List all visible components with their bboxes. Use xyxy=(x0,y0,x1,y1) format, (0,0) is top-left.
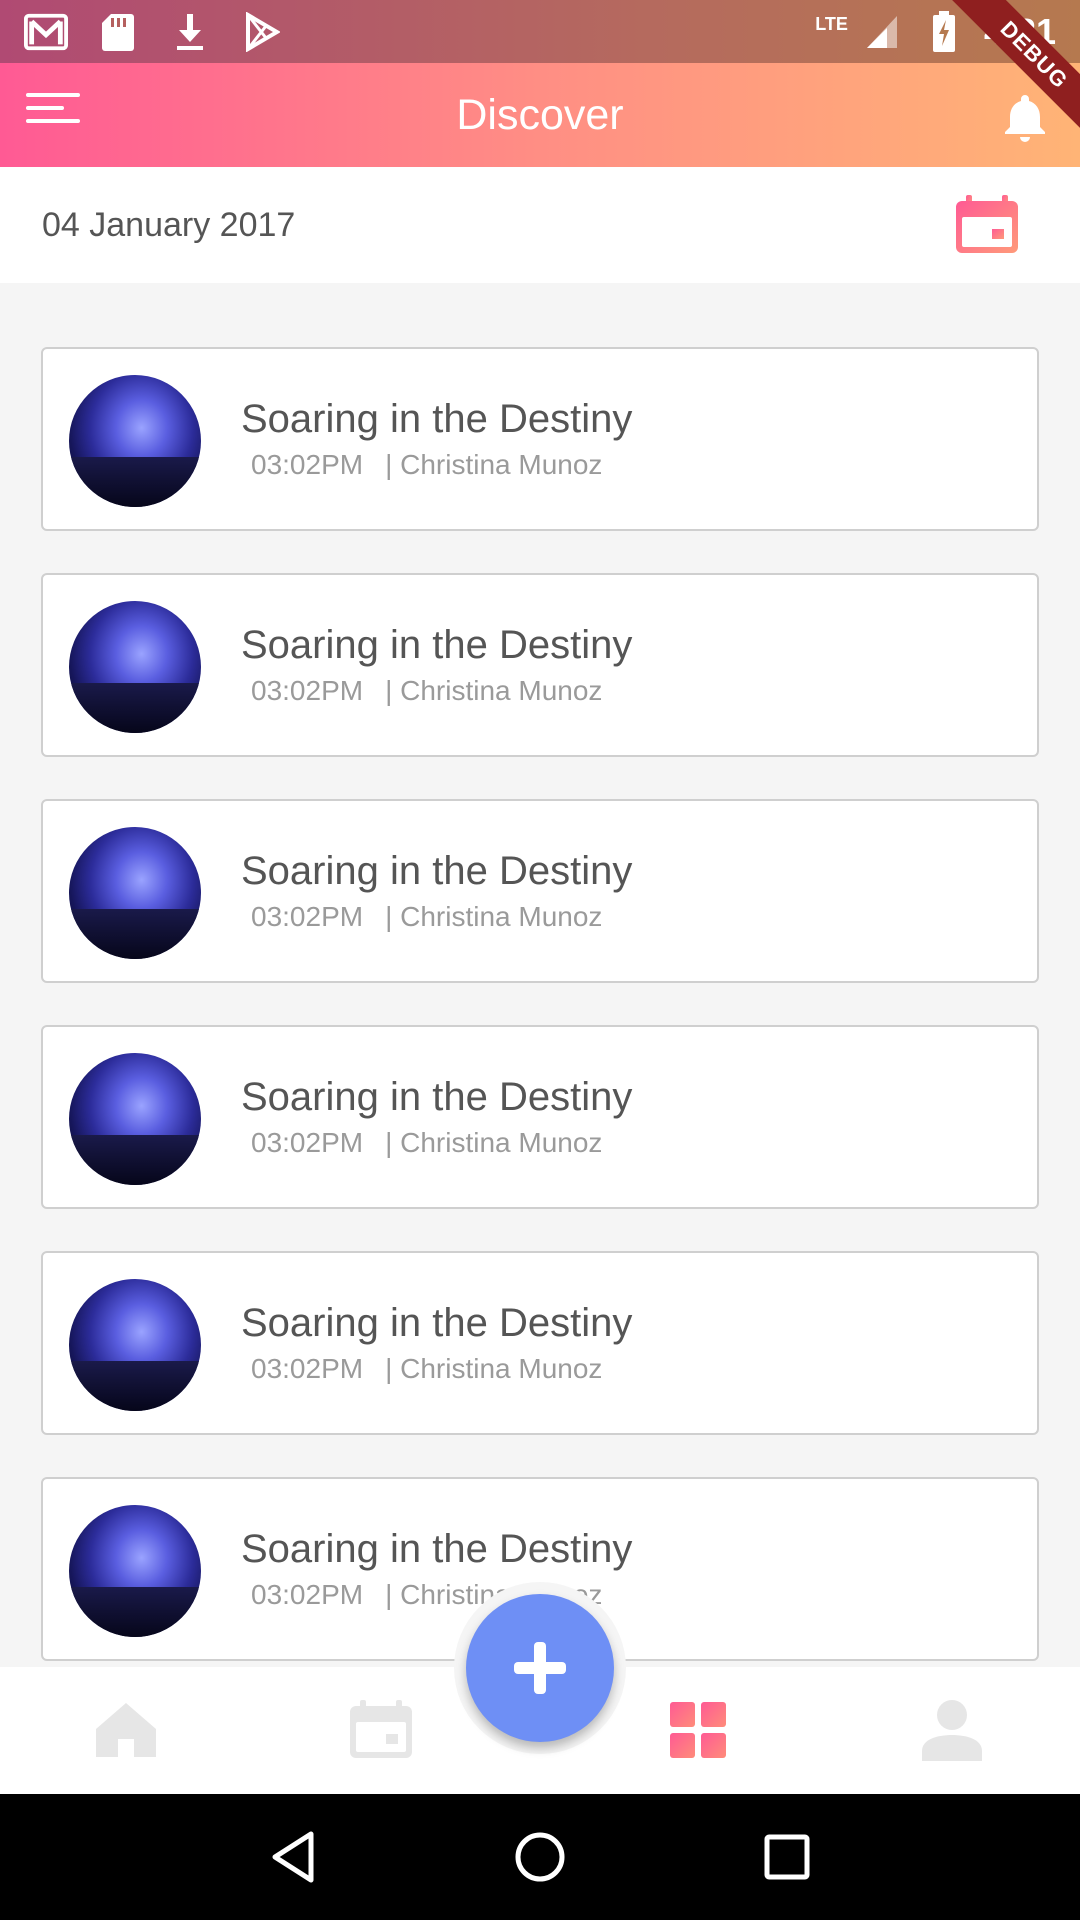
profile-icon[interactable] xyxy=(916,1697,988,1763)
grid-icon[interactable] xyxy=(662,1697,734,1763)
gmail-icon xyxy=(24,12,68,52)
list-item[interactable]: Soaring in the Destiny 03:02PM | Christin… xyxy=(41,799,1039,983)
sd-card-icon xyxy=(96,12,140,52)
selected-date: 04 January 2017 xyxy=(42,205,296,244)
list-item[interactable]: Soaring in the Destiny 03:02PM | Christin… xyxy=(41,573,1039,757)
item-time: 03:02PM xyxy=(251,1353,364,1384)
item-meta: 03:02PM | Christina Munoz xyxy=(251,675,602,707)
item-meta: 03:02PM | Christina Munoz xyxy=(251,449,602,481)
item-time: 03:02PM xyxy=(251,449,364,480)
plus-icon xyxy=(514,1642,566,1694)
item-time: 03:02PM xyxy=(251,1579,364,1610)
play-store-icon xyxy=(240,11,284,52)
back-icon[interactable] xyxy=(263,1827,323,1887)
event-thumbnail xyxy=(69,827,201,959)
item-author: | Christina Munoz xyxy=(385,675,603,706)
item-time: 03:02PM xyxy=(251,675,364,706)
home-circle-icon[interactable] xyxy=(510,1827,570,1887)
battery-icon xyxy=(922,10,966,52)
recents-icon[interactable] xyxy=(757,1827,817,1887)
item-title: Soaring in the Destiny xyxy=(241,397,633,441)
list-item[interactable]: Soaring in the Destiny 03:02PM | Christin… xyxy=(41,1251,1039,1435)
page-title: Discover xyxy=(456,90,624,139)
item-author: | Christina Munoz xyxy=(385,901,603,932)
item-title: Soaring in the Destiny xyxy=(241,1301,633,1345)
download-icon xyxy=(168,12,212,52)
network-type: LTE xyxy=(815,14,848,34)
item-author: | Christina Munoz xyxy=(385,449,603,480)
item-meta: 03:02PM | Christina Munoz xyxy=(251,1353,602,1385)
event-list: Soaring in the Destiny 03:02PM | Christin… xyxy=(41,347,1039,1703)
item-time: 03:02PM xyxy=(251,901,364,932)
event-thumbnail xyxy=(69,1279,201,1411)
list-item[interactable]: Soaring in the Destiny 03:02PM | Christin… xyxy=(41,347,1039,531)
calendar-icon[interactable] xyxy=(345,1697,417,1763)
item-title: Soaring in the Destiny xyxy=(241,623,633,667)
item-meta: 03:02PM | Christina Munoz xyxy=(251,901,602,933)
add-button[interactable] xyxy=(466,1594,614,1742)
date-header: 04 January 2017 xyxy=(0,167,1080,283)
item-title: Soaring in the Destiny xyxy=(241,849,633,893)
system-nav-bar xyxy=(0,1794,1080,1920)
item-author: | Christina Munoz xyxy=(385,1353,603,1384)
event-thumbnail xyxy=(69,601,201,733)
bell-icon[interactable] xyxy=(1000,91,1050,143)
list-item[interactable]: Soaring in the Destiny 03:02PM | Christin… xyxy=(41,1025,1039,1209)
item-time: 03:02PM xyxy=(251,1127,364,1158)
signal-icon xyxy=(860,12,904,52)
item-title: Soaring in the Destiny xyxy=(241,1527,633,1571)
item-author: | Christina Munoz xyxy=(385,1127,603,1158)
item-meta: 03:02PM | Christina Munoz xyxy=(251,1127,602,1159)
event-thumbnail xyxy=(69,1053,201,1185)
event-thumbnail xyxy=(69,375,201,507)
home-icon[interactable] xyxy=(90,1697,162,1763)
app-bar: Discover xyxy=(0,63,1080,167)
status-bar: LTE 4:21 xyxy=(0,0,1080,63)
calendar-icon[interactable] xyxy=(954,195,1020,255)
menu-icon[interactable] xyxy=(26,93,80,133)
event-thumbnail xyxy=(69,1505,201,1637)
item-title: Soaring in the Destiny xyxy=(241,1075,633,1119)
